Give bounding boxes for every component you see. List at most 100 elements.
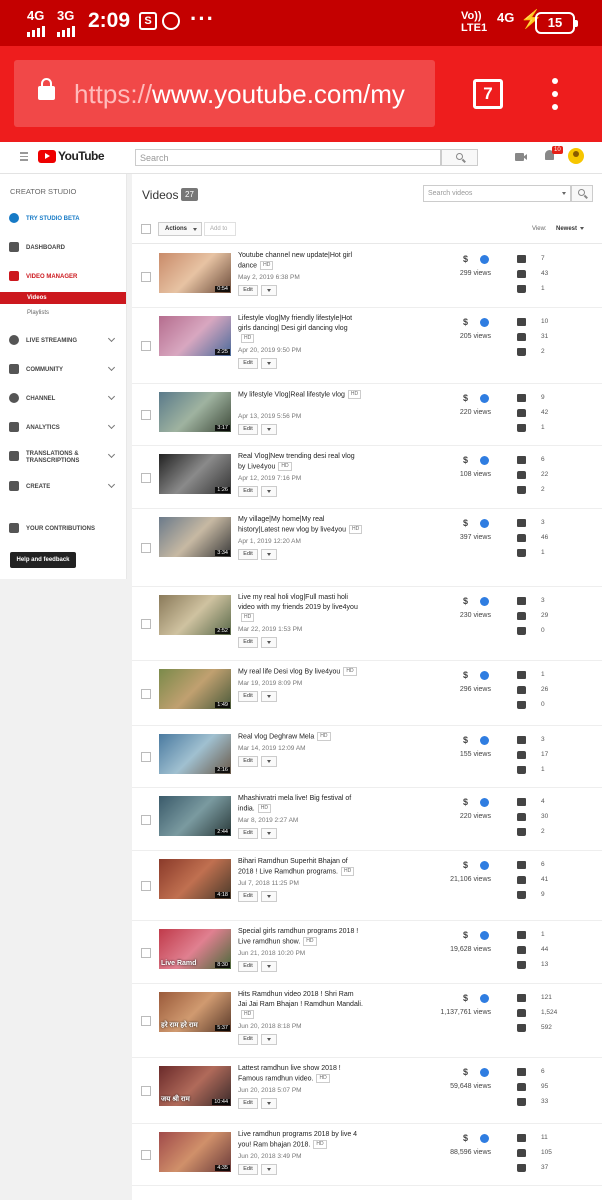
video-select-checkbox[interactable] xyxy=(141,473,151,483)
video-title[interactable]: Youtube channel new update|Hot girl danc… xyxy=(238,251,363,271)
video-select-checkbox[interactable] xyxy=(141,410,151,420)
edit-dropdown-button[interactable] xyxy=(261,828,277,839)
edit-button[interactable]: Edit xyxy=(238,1098,258,1109)
edit-dropdown-button[interactable] xyxy=(261,1098,277,1109)
video-thumbnail[interactable]: हरे राम हरे राम 5:37 xyxy=(159,992,231,1032)
video-title[interactable]: My village|My home|My real history|Lates… xyxy=(238,515,363,535)
actions-dropdown[interactable]: Actions xyxy=(158,222,202,236)
edit-button[interactable]: Edit xyxy=(238,1164,258,1175)
upload-video-icon[interactable] xyxy=(515,153,527,161)
edit-button[interactable]: Edit xyxy=(238,891,258,902)
edit-button[interactable]: Edit xyxy=(238,486,258,497)
edit-dropdown-button[interactable] xyxy=(261,1164,277,1175)
edit-button[interactable]: Edit xyxy=(238,424,258,435)
edit-dropdown-button[interactable] xyxy=(261,637,277,648)
video-select-checkbox[interactable] xyxy=(141,619,151,629)
youtube-logo[interactable]: YouTube xyxy=(38,149,105,163)
video-title[interactable]: My lifestyle Vlog|Real lifestyle vlog HD xyxy=(238,390,363,400)
url-bar[interactable]: https://www.youtube.com/my xyxy=(14,60,435,127)
video-thumbnail[interactable]: जय श्री राम 10:44 xyxy=(159,1066,231,1106)
sidebar-subitem-playlists[interactable]: Playlists xyxy=(27,310,49,316)
help-and-feedback-button[interactable]: Help and feedback xyxy=(10,552,76,568)
sidebar-item-live-streaming[interactable]: LIVE STREAMING xyxy=(0,334,127,348)
add-to-button[interactable]: Add to xyxy=(204,222,236,236)
edit-dropdown-button[interactable] xyxy=(261,961,277,972)
video-thumbnail[interactable]: 3:17 xyxy=(159,392,231,432)
video-title[interactable]: Mhashivratri mela live! Big festival of … xyxy=(238,794,363,814)
sort-dropdown[interactable]: Newest xyxy=(556,226,585,232)
edit-button[interactable]: Edit xyxy=(238,637,258,648)
edit-button[interactable]: Edit xyxy=(238,358,258,369)
video-title[interactable]: Real vlog Deghraw Mela HD xyxy=(238,732,363,742)
edit-dropdown-button[interactable] xyxy=(261,891,277,902)
guide-menu-icon[interactable] xyxy=(20,152,28,161)
sidebar-item-channel[interactable]: CHANNEL xyxy=(0,392,127,406)
video-thumbnail[interactable]: 4:35 xyxy=(159,1132,231,1172)
sidebar-item-community[interactable]: COMMUNITY xyxy=(0,363,127,377)
sidebar-item-try-studio-beta[interactable]: TRY STUDIO BETA xyxy=(0,212,127,226)
sidebar-item-create[interactable]: CREATE xyxy=(0,480,127,494)
edit-dropdown-button[interactable] xyxy=(261,358,277,369)
video-select-checkbox[interactable] xyxy=(141,1086,151,1096)
video-title[interactable]: Live my real holi vlog|Full masti holi v… xyxy=(238,593,363,623)
tab-switcher-button[interactable]: 7 xyxy=(473,79,503,109)
edit-dropdown-button[interactable] xyxy=(261,691,277,702)
edit-dropdown-button[interactable] xyxy=(261,549,277,560)
browser-menu-icon[interactable] xyxy=(548,78,562,110)
video-thumbnail[interactable]: Live Ramd 8:30 xyxy=(159,929,231,969)
edit-dropdown-button[interactable] xyxy=(261,756,277,767)
avatar[interactable] xyxy=(568,148,584,164)
sidebar-item-video-manager[interactable]: VIDEO MANAGER xyxy=(0,270,127,284)
select-all-checkbox[interactable] xyxy=(141,224,151,234)
video-thumbnail[interactable]: 2:44 xyxy=(159,796,231,836)
video-select-checkbox[interactable] xyxy=(141,881,151,891)
edit-button[interactable]: Edit xyxy=(238,1034,258,1045)
video-title[interactable]: Special girls ramdhun programs 2018 ! Li… xyxy=(238,927,363,947)
video-thumbnail[interactable]: 3:34 xyxy=(159,517,231,557)
youtube-search-button[interactable] xyxy=(441,149,478,166)
video-thumbnail[interactable]: 4:18 xyxy=(159,859,231,899)
video-select-checkbox[interactable] xyxy=(141,341,151,351)
video-title[interactable]: Lattest ramdhun live show 2018 ! Famous … xyxy=(238,1064,363,1084)
search-videos-input[interactable]: Search videos xyxy=(423,185,571,202)
edit-button[interactable]: Edit xyxy=(238,828,258,839)
video-select-checkbox[interactable] xyxy=(141,689,151,699)
video-select-checkbox[interactable] xyxy=(141,752,151,762)
video-thumbnail[interactable]: 1:49 xyxy=(159,669,231,709)
edit-dropdown-button[interactable] xyxy=(261,285,277,296)
sidebar-item-your-contributions[interactable]: YOUR CONTRIBUTIONS xyxy=(0,522,127,536)
sidebar-item-translations[interactable]: TRANSLATIONS & TRANSCRIPTIONS xyxy=(0,450,127,470)
video-thumbnail[interactable]: 2:16 xyxy=(159,734,231,774)
sidebar-subitem-videos[interactable]: Videos xyxy=(0,292,126,304)
edit-button[interactable]: Edit xyxy=(238,756,258,767)
video-select-checkbox[interactable] xyxy=(141,815,151,825)
video-title[interactable]: Live ramdhun programs 2018 by live 4 you… xyxy=(238,1130,363,1150)
thumbs-up-icon xyxy=(517,612,526,620)
edit-dropdown-button[interactable] xyxy=(261,424,277,435)
video-title[interactable]: Bihari Ramdhun Superhit Bhajan of 2018 !… xyxy=(238,857,363,877)
video-select-checkbox[interactable] xyxy=(141,272,151,282)
video-thumbnail[interactable]: 2:25 xyxy=(159,316,231,356)
video-select-checkbox[interactable] xyxy=(141,1016,151,1026)
search-videos-button[interactable] xyxy=(571,185,593,202)
video-select-checkbox[interactable] xyxy=(141,543,151,553)
youtube-search-input[interactable]: Search xyxy=(135,149,441,166)
video-thumbnail[interactable]: 2:52 xyxy=(159,595,231,635)
video-row: 1:49 My real life Desi vlog By live4you H… xyxy=(132,661,602,726)
sidebar-item-dashboard[interactable]: DASHBOARD xyxy=(0,241,127,255)
edit-dropdown-button[interactable] xyxy=(261,1034,277,1045)
edit-button[interactable]: Edit xyxy=(238,961,258,972)
video-select-checkbox[interactable] xyxy=(141,1150,151,1160)
sidebar-item-analytics[interactable]: ANALYTICS xyxy=(0,421,127,435)
video-title[interactable]: My real life Desi vlog By live4you HD xyxy=(238,667,363,677)
video-title[interactable]: Lifestyle vlog|My friendly lifestyle|Hot… xyxy=(238,314,363,344)
edit-dropdown-button[interactable] xyxy=(261,486,277,497)
edit-button[interactable]: Edit xyxy=(238,549,258,560)
video-thumbnail[interactable]: 0:54 xyxy=(159,253,231,293)
video-thumbnail[interactable]: 1:26 xyxy=(159,454,231,494)
video-select-checkbox[interactable] xyxy=(141,948,151,958)
video-title[interactable]: Real Vlog|New trending desi real vlog by… xyxy=(238,452,363,472)
edit-button[interactable]: Edit xyxy=(238,691,258,702)
edit-button[interactable]: Edit xyxy=(238,285,258,296)
video-title[interactable]: Hits Ramdhun video 2018 ! Shri Ram Jai J… xyxy=(238,990,363,1020)
